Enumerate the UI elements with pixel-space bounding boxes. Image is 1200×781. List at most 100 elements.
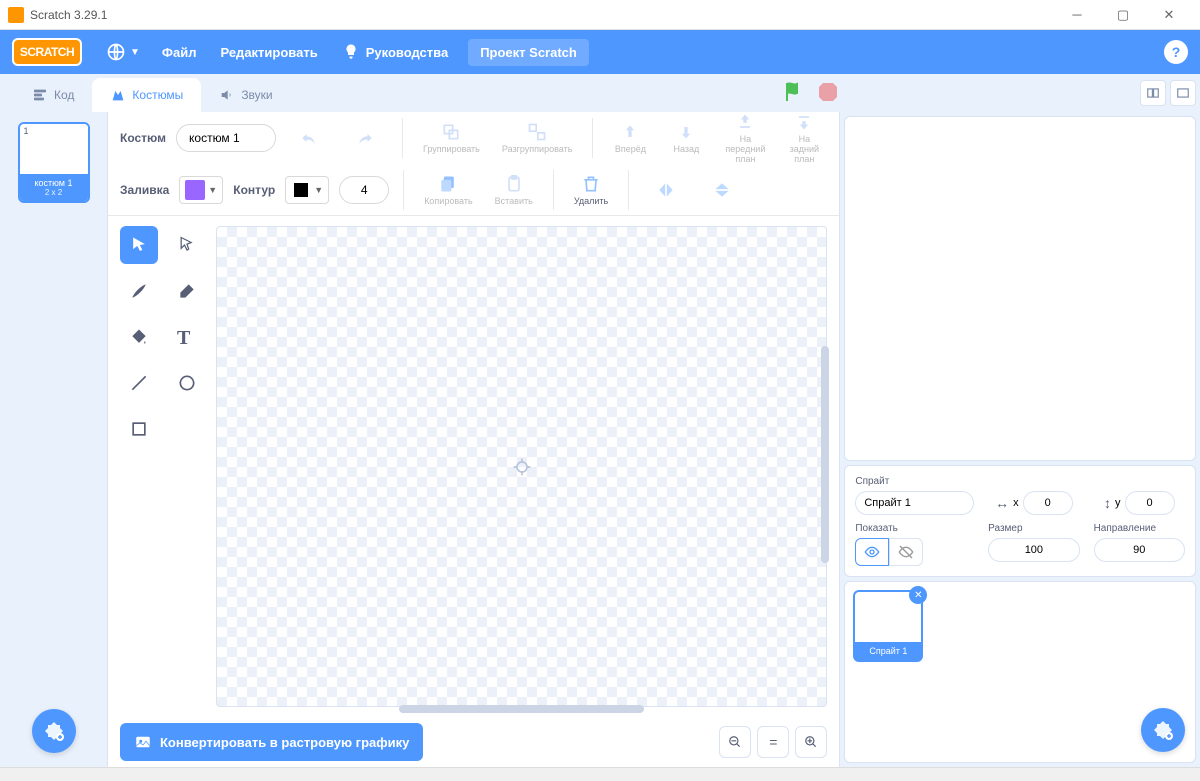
help-button[interactable]: ? bbox=[1164, 40, 1188, 64]
flip-horizontal-button[interactable] bbox=[643, 176, 689, 204]
bitmap-icon bbox=[134, 733, 152, 751]
flip-vertical-button[interactable] bbox=[699, 176, 745, 204]
circle-tool[interactable] bbox=[168, 364, 206, 402]
front-icon bbox=[735, 112, 755, 132]
show-button[interactable] bbox=[855, 538, 889, 566]
rect-tool[interactable] bbox=[120, 410, 158, 448]
editor-canvas-row: T bbox=[108, 216, 839, 717]
y-input[interactable] bbox=[1125, 491, 1175, 515]
sprite-tile-label: Спрайт 1 bbox=[855, 642, 921, 660]
scratch-logo[interactable]: SCRATCH bbox=[12, 38, 82, 66]
redo-icon bbox=[355, 128, 375, 148]
flip-h-icon bbox=[656, 180, 676, 200]
close-button[interactable]: ✕ bbox=[1146, 0, 1192, 30]
y-arrow-icon: ↕ bbox=[1104, 495, 1111, 511]
window-bottom-scrollbar[interactable] bbox=[0, 767, 1200, 781]
x-input[interactable] bbox=[1023, 491, 1073, 515]
sprite-name-label: Спрайт bbox=[855, 476, 974, 487]
hide-button[interactable] bbox=[889, 538, 923, 566]
zoom-in-button[interactable] bbox=[795, 726, 827, 758]
brush-icon bbox=[129, 281, 149, 301]
zoom-reset-button[interactable]: = bbox=[757, 726, 789, 758]
costumes-icon bbox=[110, 87, 126, 103]
undo-button[interactable] bbox=[286, 124, 332, 152]
app-icon bbox=[8, 7, 24, 23]
tab-sounds[interactable]: Звуки bbox=[201, 78, 290, 112]
eye-icon bbox=[864, 544, 880, 560]
front-button[interactable]: На передний план bbox=[719, 108, 771, 168]
copy-button[interactable]: Копировать bbox=[418, 170, 478, 210]
large-stage-button[interactable] bbox=[1170, 80, 1196, 106]
cat-plus-icon bbox=[1151, 718, 1175, 742]
delete-button[interactable]: Удалить bbox=[568, 170, 614, 210]
select-tool[interactable] bbox=[120, 226, 158, 264]
tab-code[interactable]: Код bbox=[14, 78, 92, 112]
ungroup-button[interactable]: Разгруппировать bbox=[496, 118, 579, 158]
add-sprite-button[interactable] bbox=[1141, 708, 1185, 752]
forward-icon bbox=[620, 122, 640, 142]
size-input[interactable] bbox=[988, 538, 1079, 562]
zoom-controls: = bbox=[719, 726, 827, 758]
small-stage-button[interactable] bbox=[1140, 80, 1166, 106]
minimize-button[interactable]: ─ bbox=[1054, 0, 1100, 30]
delete-sprite-button[interactable]: ✕ bbox=[909, 586, 927, 604]
fill-tool[interactable] bbox=[120, 318, 158, 356]
back-icon bbox=[794, 112, 814, 132]
redo-button[interactable] bbox=[342, 124, 388, 152]
text-tool[interactable]: T bbox=[168, 318, 206, 356]
backward-button[interactable]: Назад bbox=[663, 118, 709, 158]
eraser-icon bbox=[177, 281, 197, 301]
editor-footer: Конвертировать в растровую графику = bbox=[108, 717, 839, 767]
costume-thumb-image bbox=[20, 124, 88, 174]
tutorials-menu[interactable]: Руководства bbox=[330, 30, 461, 74]
forward-button[interactable]: Вперёд bbox=[607, 118, 653, 158]
ungroup-icon bbox=[527, 122, 547, 142]
circle-icon bbox=[177, 373, 197, 393]
line-icon bbox=[129, 373, 149, 393]
language-menu[interactable]: ▼ bbox=[96, 30, 150, 74]
brush-tool[interactable] bbox=[120, 272, 158, 310]
fill-color-picker[interactable]: ▼ bbox=[179, 176, 223, 204]
center-crosshair-icon bbox=[512, 457, 532, 477]
window-titlebar: Scratch 3.29.1 ─ ▢ ✕ bbox=[0, 0, 1200, 30]
maximize-button[interactable]: ▢ bbox=[1100, 0, 1146, 30]
convert-label: Конвертировать в растровую графику bbox=[160, 735, 409, 750]
costume-thumb-1[interactable]: 1 костюм 1 2 x 2 bbox=[18, 122, 90, 203]
direction-input[interactable] bbox=[1094, 538, 1185, 562]
paste-button[interactable]: Вставить bbox=[489, 170, 539, 210]
stage-area[interactable] bbox=[844, 116, 1196, 461]
sprite-info-panel: Спрайт ↔ x ↕ y Показать Разме bbox=[844, 465, 1196, 577]
tab-costumes[interactable]: Костюмы bbox=[92, 78, 201, 112]
reshape-tool[interactable] bbox=[168, 226, 206, 264]
outline-width-input[interactable] bbox=[339, 176, 389, 204]
right-panel: Спрайт ↔ x ↕ y Показать Разме bbox=[840, 112, 1200, 767]
backward-icon bbox=[676, 122, 696, 142]
file-menu[interactable]: Файл bbox=[150, 30, 209, 74]
tool-column-right: T bbox=[168, 226, 206, 707]
x-arrow-icon: ↔ bbox=[995, 495, 1009, 511]
menubar: SCRATCH ▼ Файл Редактировать Руководства… bbox=[0, 30, 1200, 74]
project-name-input[interactable]: Проект Scratch bbox=[468, 39, 589, 66]
eraser-tool[interactable] bbox=[168, 272, 206, 310]
size-label: Размер bbox=[988, 523, 1079, 534]
undo-icon bbox=[299, 128, 319, 148]
vertical-scrollbar[interactable] bbox=[821, 346, 829, 562]
edit-menu[interactable]: Редактировать bbox=[208, 30, 329, 74]
sprite-tile-1[interactable]: ✕ Спрайт 1 bbox=[853, 590, 923, 662]
outline-color-picker[interactable]: ▼ bbox=[285, 176, 329, 204]
sprite-name-input[interactable] bbox=[855, 491, 974, 515]
stop-button[interactable] bbox=[816, 80, 840, 104]
costume-name-input[interactable] bbox=[176, 124, 276, 152]
group-button[interactable]: Группировать bbox=[417, 118, 486, 158]
bucket-icon bbox=[129, 327, 149, 347]
horizontal-scrollbar[interactable] bbox=[399, 705, 644, 713]
convert-to-bitmap-button[interactable]: Конвертировать в растровую графику bbox=[120, 723, 423, 761]
line-tool[interactable] bbox=[120, 364, 158, 402]
add-costume-button[interactable] bbox=[32, 709, 76, 753]
zoom-out-button[interactable] bbox=[719, 726, 751, 758]
back-button[interactable]: На задний план bbox=[781, 108, 827, 168]
tab-costumes-label: Костюмы bbox=[132, 88, 183, 102]
main-area: 1 костюм 1 2 x 2 Костюм Группировать Раз… bbox=[0, 112, 1200, 767]
green-flag-button[interactable] bbox=[782, 80, 806, 104]
canvas-area[interactable] bbox=[216, 226, 827, 707]
